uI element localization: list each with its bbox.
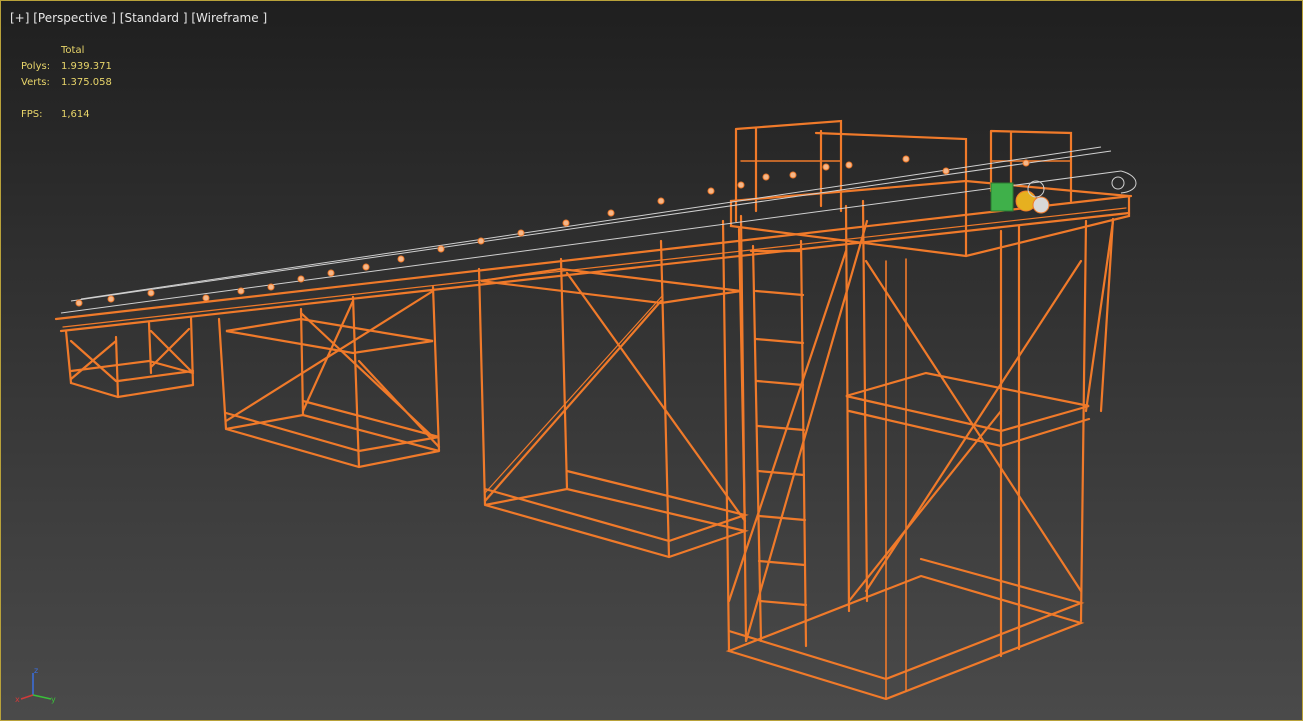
viewport-display-menu[interactable]: [Wireframe ] [191,11,267,25]
stats-polys-row: Polys: 1.939.371 [21,59,112,75]
perspective-viewport[interactable]: z x y [+] [Perspective ] [Standard ] [Wi… [0,0,1303,721]
support-2 [217,285,441,469]
statistics-overlay: Total Polys: 1.939.371 Verts: 1.375.058 … [21,43,112,123]
stats-verts-row: Verts: 1.375.058 [21,75,112,91]
fps-label: FPS: [21,109,43,120]
verts-value: 1.375.058 [61,77,112,88]
fps-value: 1,614 [61,109,90,120]
axis-y-label: y [51,695,56,704]
polys-label: Polys: [21,61,51,72]
head-tower [721,119,1131,701]
viewport-label-menu: [+] [Perspective ] [Standard ] [Wirefram… [10,11,267,25]
stats-total-header: Total [61,45,85,56]
support-3 [477,227,749,559]
ladder [749,239,808,648]
wireframe-scene[interactable]: z x y [1,1,1302,720]
conveyor-frame [54,119,1133,701]
viewport-pov-menu[interactable]: [Perspective ] [33,11,116,25]
stats-fps-row: FPS: 1,614 [21,107,112,123]
axis-x-label: x [15,695,20,704]
polys-value: 1.939.371 [61,61,112,72]
axis-tripod: z x y [15,666,56,704]
viewport-shading-menu[interactable]: [Standard ] [120,11,188,25]
verts-label: Verts: [21,77,50,88]
axis-z-label: z [34,666,38,675]
viewport-general-menu[interactable]: [+] [10,11,29,25]
